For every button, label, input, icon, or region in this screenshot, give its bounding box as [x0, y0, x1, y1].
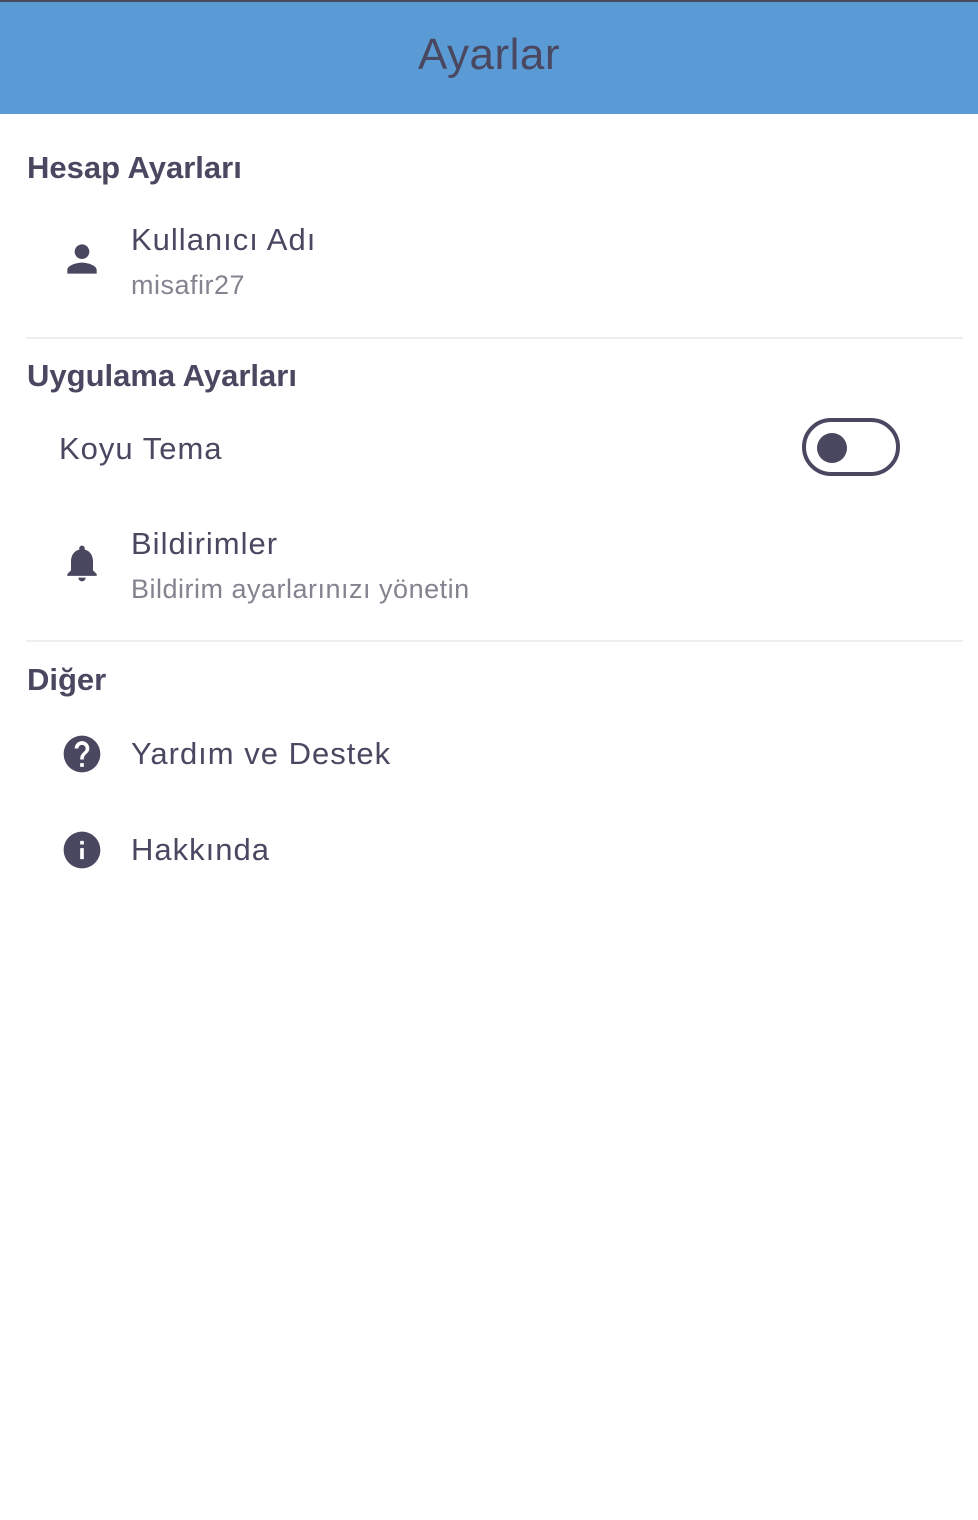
username-value: misafir27 — [131, 270, 246, 300]
about-tile[interactable]: Hakkında — [0, 806, 978, 892]
notifications-title: Bildirimler — [131, 526, 279, 561]
page-title: Ayarlar — [417, 30, 561, 79]
divider — [26, 640, 963, 642]
dark-theme-switch[interactable] — [802, 418, 900, 476]
switch-knob — [817, 433, 847, 463]
settings-screen: Ayarlar Hesap Ayarları Kullanıcı Adı mis… — [0, 0, 978, 1520]
notifications-subtitle: Bildirim ayarlarınızı yönetin — [131, 574, 470, 604]
divider — [26, 337, 963, 339]
section-header-account: Hesap Ayarları — [27, 150, 242, 185]
help-icon — [60, 732, 104, 776]
username-title: Kullanıcı Adı — [131, 222, 317, 257]
dark-theme-label: Koyu Tema — [59, 431, 223, 466]
help-title: Yardım ve Destek — [131, 736, 392, 771]
bell-icon — [60, 541, 104, 585]
app-bar: Ayarlar — [0, 2, 978, 114]
info-icon — [60, 828, 104, 872]
person-icon — [60, 237, 104, 281]
dark-theme-tile[interactable]: Koyu Tema — [0, 410, 978, 490]
section-header-app: Uygulama Ayarları — [27, 358, 297, 393]
notifications-tile[interactable]: Bildirimler Bildirim ayarlarınızı yöneti… — [0, 516, 978, 626]
section-header-other: Diğer — [27, 662, 107, 697]
help-tile[interactable]: Yardım ve Destek — [0, 710, 978, 796]
about-title: Hakkında — [131, 832, 270, 867]
username-tile[interactable]: Kullanıcı Adı misafir27 — [0, 212, 978, 322]
